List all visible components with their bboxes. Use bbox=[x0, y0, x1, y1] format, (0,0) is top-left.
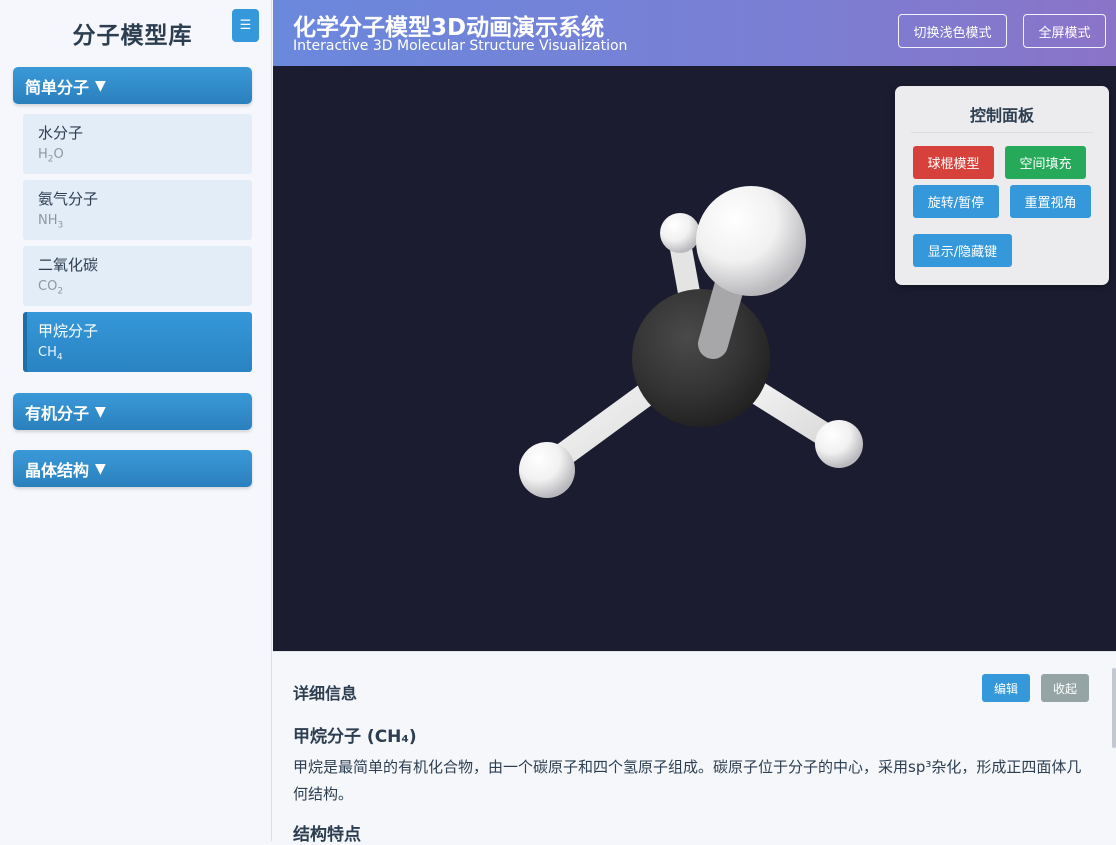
hydrogen-atom bbox=[660, 213, 700, 253]
category-label: 简单分子 bbox=[25, 77, 90, 97]
molecule-name: 甲烷分子 bbox=[38, 322, 99, 340]
section-title: 结构特点 bbox=[293, 825, 361, 845]
sidebar-title: 分子模型库 bbox=[72, 23, 193, 49]
hamburger-icon: ☰ bbox=[239, 18, 252, 33]
molecule-item-water[interactable]: 水分子 H2O bbox=[23, 114, 252, 174]
light-mode-button[interactable]: 切换浅色模式 bbox=[898, 14, 1007, 48]
app-title: 化学分子模型3D动画演示系统 bbox=[293, 15, 605, 41]
ball-stick-button[interactable]: 球棍模型 bbox=[913, 146, 994, 179]
chevron-down-icon: ▼ bbox=[95, 77, 106, 94]
hydrogen-atom bbox=[696, 186, 806, 296]
category-label: 有机分子 bbox=[25, 403, 90, 423]
collapse-button[interactable]: 收起 bbox=[1041, 674, 1089, 702]
sidebar: 分子模型库 ☰ 简单分子 ▼ 水分子 H2O 氨气分子 NH3 二氧化碳 CO2… bbox=[0, 0, 272, 841]
app-subtitle: Interactive 3D Molecular Structure Visua… bbox=[293, 38, 628, 54]
toggle-bonds-button[interactable]: 显示/隐藏键 bbox=[913, 234, 1012, 267]
chevron-down-icon: ▼ bbox=[95, 460, 106, 477]
category-organic-molecules[interactable]: 有机分子 ▼ bbox=[13, 393, 252, 430]
menu-toggle-button[interactable]: ☰ bbox=[232, 9, 259, 42]
fullscreen-button[interactable]: 全屏模式 bbox=[1023, 14, 1106, 48]
molecule-name: 二氧化碳 bbox=[38, 256, 99, 274]
chevron-down-icon: ▼ bbox=[95, 403, 106, 420]
control-panel: 控制面板 球棍模型 空间填充 旋转/暂停 重置视角 显示/隐藏键 bbox=[895, 86, 1109, 285]
molecule-title: 甲烷分子 (CH₄) bbox=[293, 727, 417, 747]
reset-view-button[interactable]: 重置视角 bbox=[1010, 185, 1091, 218]
rotate-pause-button[interactable]: 旋转/暂停 bbox=[913, 185, 999, 218]
space-fill-button[interactable]: 空间填充 bbox=[1005, 146, 1086, 179]
category-simple-molecules[interactable]: 简单分子 ▼ bbox=[13, 67, 252, 104]
hydrogen-atom bbox=[815, 420, 863, 468]
app-header: 化学分子模型3D动画演示系统 Interactive 3D Molecular … bbox=[273, 0, 1116, 66]
molecule-item-methane[interactable]: 甲烷分子 CH4 bbox=[23, 312, 252, 372]
molecule-item-ammonia[interactable]: 氨气分子 NH3 bbox=[23, 180, 252, 240]
molecule-name: 水分子 bbox=[38, 124, 84, 142]
edit-button[interactable]: 编辑 bbox=[982, 674, 1030, 702]
scrollbar[interactable] bbox=[1112, 668, 1116, 748]
molecule-formula: CO2 bbox=[38, 279, 64, 297]
carbon-atom bbox=[632, 289, 770, 427]
category-label: 晶体结构 bbox=[25, 460, 90, 480]
hydrogen-atom bbox=[519, 442, 575, 498]
divider bbox=[911, 132, 1093, 133]
details-panel: 详细信息 编辑 收起 甲烷分子 (CH₄) 甲烷是最简单的有机化合物，由一个碳原… bbox=[273, 651, 1116, 845]
molecule-item-co2[interactable]: 二氧化碳 CO2 bbox=[23, 246, 252, 306]
molecule-formula: CH4 bbox=[38, 345, 63, 363]
molecule-formula: NH3 bbox=[38, 213, 64, 231]
molecule-formula: H2O bbox=[38, 147, 64, 165]
molecule-name: 氨气分子 bbox=[38, 190, 99, 208]
category-crystal-structures[interactable]: 晶体结构 ▼ bbox=[13, 450, 252, 487]
details-heading: 详细信息 bbox=[293, 684, 358, 703]
molecule-description: 甲烷是最简单的有机化合物，由一个碳原子和四个氢原子组成。碳原子位于分子的中心，采… bbox=[293, 758, 1082, 803]
control-panel-title: 控制面板 bbox=[969, 106, 1034, 125]
